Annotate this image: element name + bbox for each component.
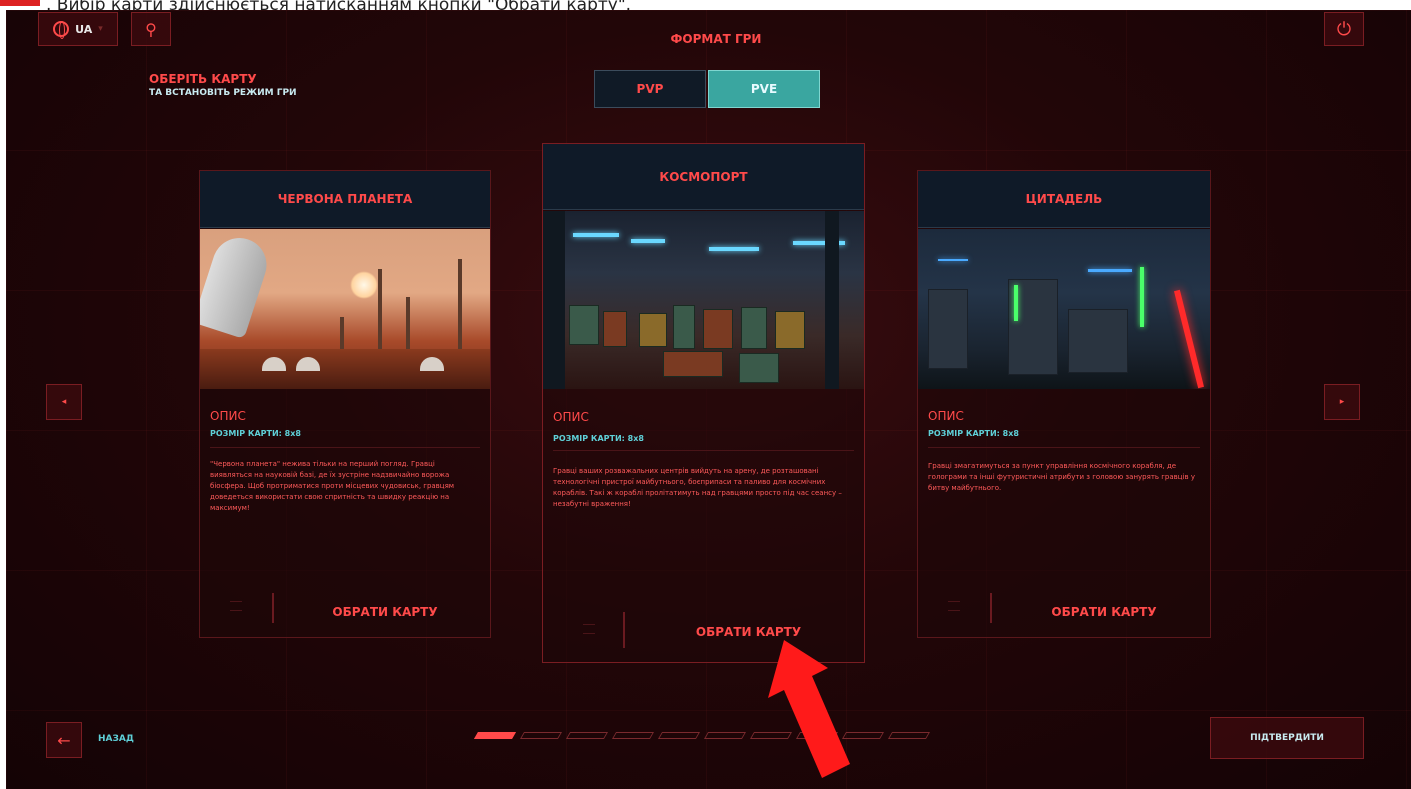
map-preview-image [918,229,1210,389]
prev-map-button[interactable]: ◂ [46,384,82,420]
language-code: UA [75,22,93,36]
caption-marker [0,0,40,6]
globe-icon [53,21,70,39]
power-icon: ⏻ [1336,18,1352,40]
choose-map-button[interactable]: ОБРАТИ КАРТУ [280,587,490,637]
description-title: ОПИС [553,410,589,424]
map-card-title: ЧЕРВОНА ПЛАНЕТА [200,171,490,228]
divider [928,447,1200,448]
map-description: "Червона планета" нежива тільки на перши… [210,460,455,512]
pager-dash[interactable] [519,732,563,739]
map-size: РОЗМІР КАРТИ: 8x8 [553,434,644,443]
divider [623,612,625,648]
language-selector[interactable]: UA ▾ [38,12,118,46]
map-description: Гравці ваших розважальних центрів вийдут… [553,467,842,508]
caption-text: . Вибір карти здійснюється натисканням к… [46,0,632,10]
pager-dash[interactable] [611,732,655,739]
chevron-right-icon: ▸ [1339,397,1345,407]
list-icon [230,601,242,611]
arrow-left-icon: ← [57,730,71,750]
description-title: ОПИС [210,409,246,423]
chevron-left-icon: ◂ [61,397,67,407]
pin-icon: ⚲ [145,19,157,39]
map-card-title: ЦИТАДЕЛЬ [918,171,1210,228]
mode-pvp-button[interactable]: PVP [594,70,706,108]
description-title: ОПИС [928,409,964,423]
map-card-citadel: ЦИТАДЕЛЬ ОПИС РОЗМІР КАРТИ: 8x8 Гравці з… [917,170,1211,638]
divider [553,450,854,451]
pager-dash[interactable] [565,732,609,739]
map-card-footer: ОБРАТИ КАРТУ [918,587,1210,637]
next-map-button[interactable]: ▸ [1324,384,1360,420]
back-label[interactable]: НАЗАД [98,734,134,744]
choose-map-button[interactable]: ОБРАТИ КАРТУ [998,587,1210,637]
game-screen: UA ▾ ⚲ ⏻ ОБЕРІТЬ КАРТУ ТА ВСТАНОВІТЬ РЕЖ… [6,10,1411,789]
map-preview-image [543,211,864,389]
map-description: Гравці змагатимуться за пункт управління… [928,462,1195,492]
red-arrow-icon [768,640,850,778]
list-icon [583,624,595,634]
divider [272,593,274,623]
back-button[interactable]: ← [46,722,82,758]
pager-dash[interactable] [887,732,931,739]
chevron-down-icon: ▾ [98,24,103,34]
pager-dash[interactable] [473,732,517,739]
map-card-footer: ОБРАТИ КАРТУ [200,587,490,637]
map-card-red-planet: ЧЕРВОНА ПЛАНЕТА ОПИС РОЗМІР КАРТИ: 8x8 "… [199,170,491,638]
choose-map-title: ОБЕРІТЬ КАРТУ [149,72,257,86]
pin-button[interactable]: ⚲ [131,12,171,46]
divider [210,447,480,448]
pager-dash[interactable] [657,732,701,739]
map-preview-image [200,229,490,389]
power-button[interactable]: ⏻ [1324,12,1364,46]
mode-pve-button[interactable]: PVE [708,70,820,108]
map-size: РОЗМІР КАРТИ: 8x8 [210,429,301,438]
choose-map-subtitle: ТА ВСТАНОВІТЬ РЕЖИМ ГРИ [149,88,297,98]
instruction-caption: . Вибір карти здійснюється натисканням к… [0,0,1411,10]
choose-map-heading: ОБЕРІТЬ КАРТУ ТА ВСТАНОВІТЬ РЕЖИМ ГРИ [149,72,297,98]
list-icon [948,601,960,611]
map-size: РОЗМІР КАРТИ: 8x8 [928,429,1019,438]
pager-dash[interactable] [703,732,747,739]
map-card-cosmoport: КОСМОПОРТ ОПИС РОЗМІР КАРТИ: 8x8 Гравці … [542,143,865,663]
map-card-title: КОСМОПОРТ [543,144,864,210]
game-format-label: ФОРМАТ ГРИ [670,32,762,46]
divider [990,593,992,623]
confirm-button[interactable]: ПІДТВЕРДИТИ [1210,717,1364,759]
